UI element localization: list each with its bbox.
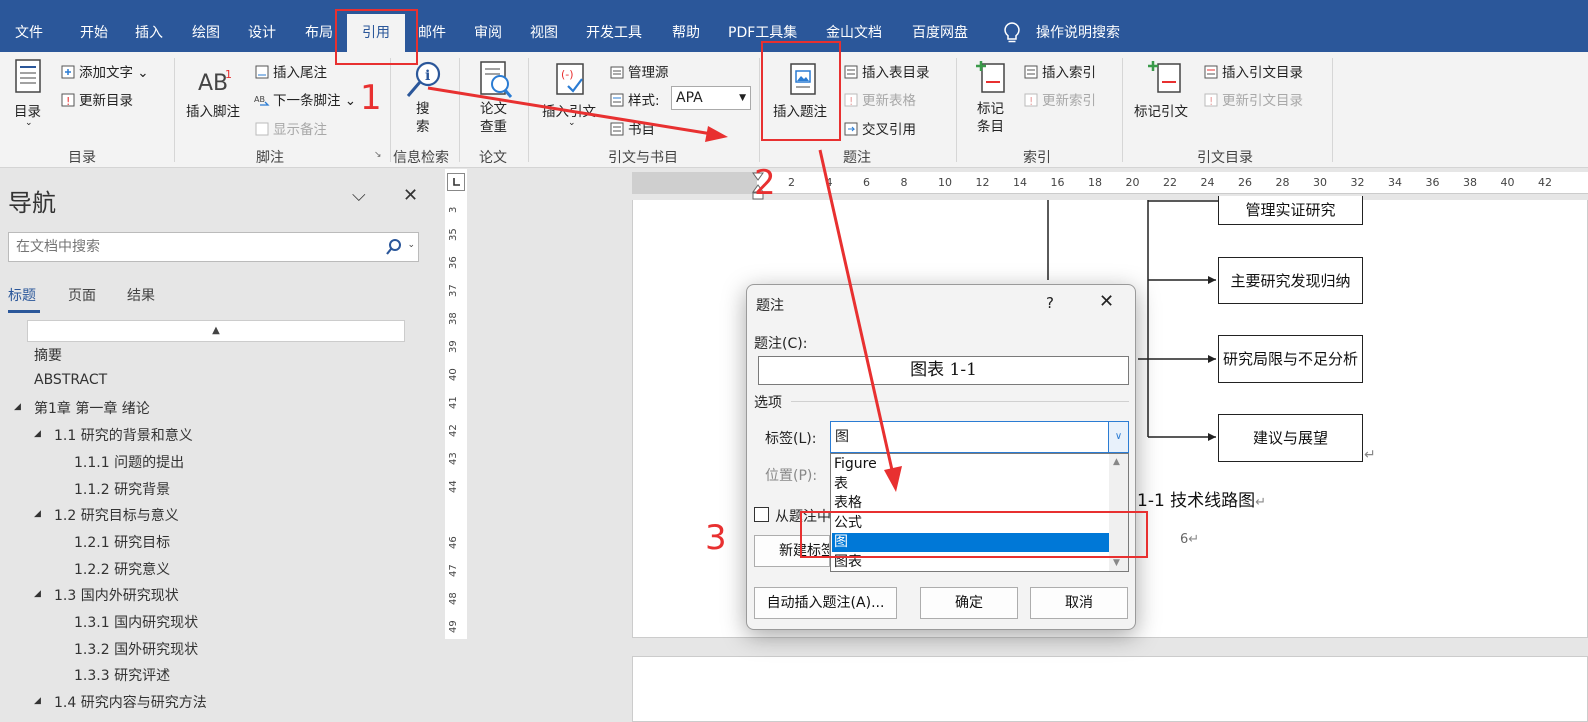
word-window: 文件 开始 插入 绘图 设计 布局 引用 邮件 审阅 视图 开发工具 帮助 PD… <box>0 0 1588 722</box>
annotation-arrows <box>427 86 902 492</box>
